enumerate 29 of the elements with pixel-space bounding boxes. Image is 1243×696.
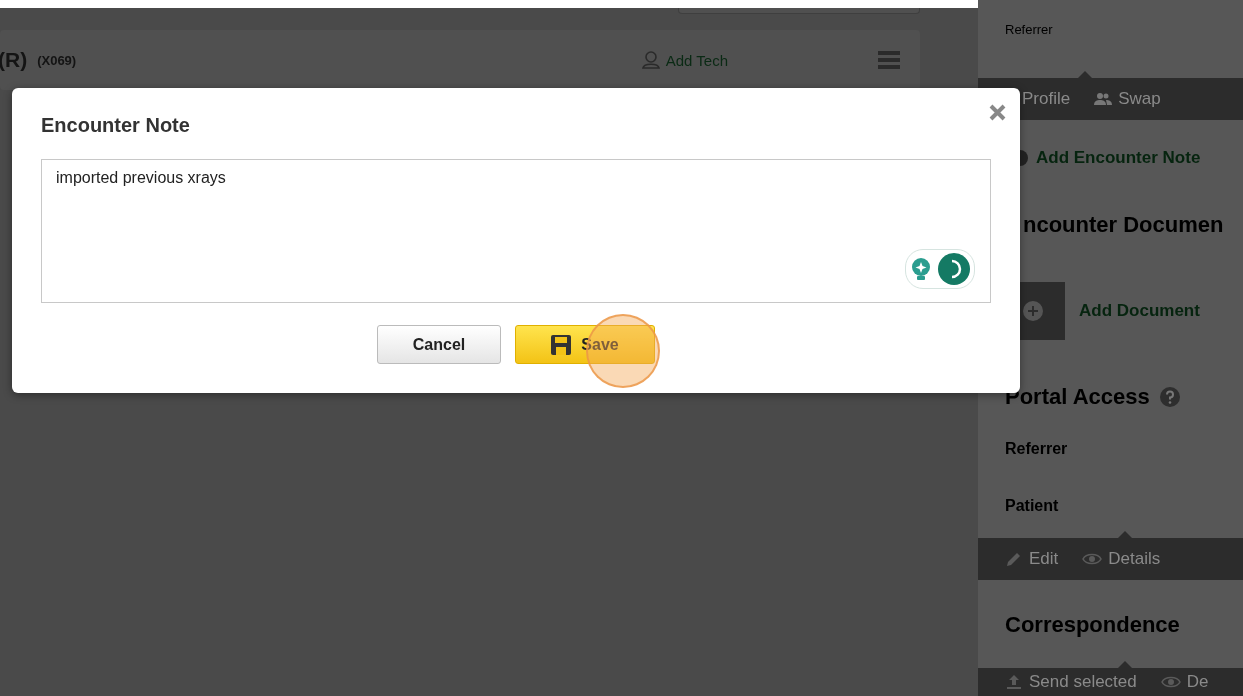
eye-icon [1160, 675, 1181, 689]
eye-icon [1082, 552, 1103, 566]
menu-icon[interactable] [878, 51, 900, 69]
save-button[interactable]: Save [515, 325, 655, 364]
note-field[interactable]: imported previous xrays [41, 159, 991, 303]
correspondence-heading: Correspondence [1005, 612, 1181, 638]
add-document-link[interactable]: Add Document [1079, 301, 1200, 321]
details-link[interactable]: De [1160, 672, 1209, 692]
help-icon[interactable] [1159, 387, 1180, 407]
swap-link[interactable]: Swap [1094, 89, 1161, 109]
upload-icon [1005, 674, 1023, 690]
pencil-icon [1005, 550, 1023, 568]
referrer-label: Referrer [1004, 21, 1054, 39]
dialog-title: Encounter Note [41, 114, 191, 137]
card-code: (X069) [37, 52, 77, 68]
add-encounter-note-link[interactable]: Add Encounter Note [1020, 148, 1243, 168]
edit-link[interactable]: Edit [1005, 549, 1059, 569]
profile-link[interactable]: Profile [1022, 89, 1071, 109]
person-icon [640, 51, 661, 69]
referrer-row-text: Referrer [1005, 440, 1069, 458]
loading-spinner-icon[interactable] [938, 253, 970, 285]
patient-row-text: Patient [1005, 497, 1060, 515]
lightbulb-icon[interactable] [910, 257, 932, 281]
close-icon[interactable] [989, 104, 1006, 121]
cancel-button[interactable]: Cancel [377, 325, 501, 364]
documents-heading: ncounter Documen [1023, 212, 1225, 238]
details-link[interactable]: Details [1082, 549, 1161, 569]
people-icon [1094, 92, 1113, 106]
send-link[interactable]: Send selected [1005, 672, 1137, 692]
